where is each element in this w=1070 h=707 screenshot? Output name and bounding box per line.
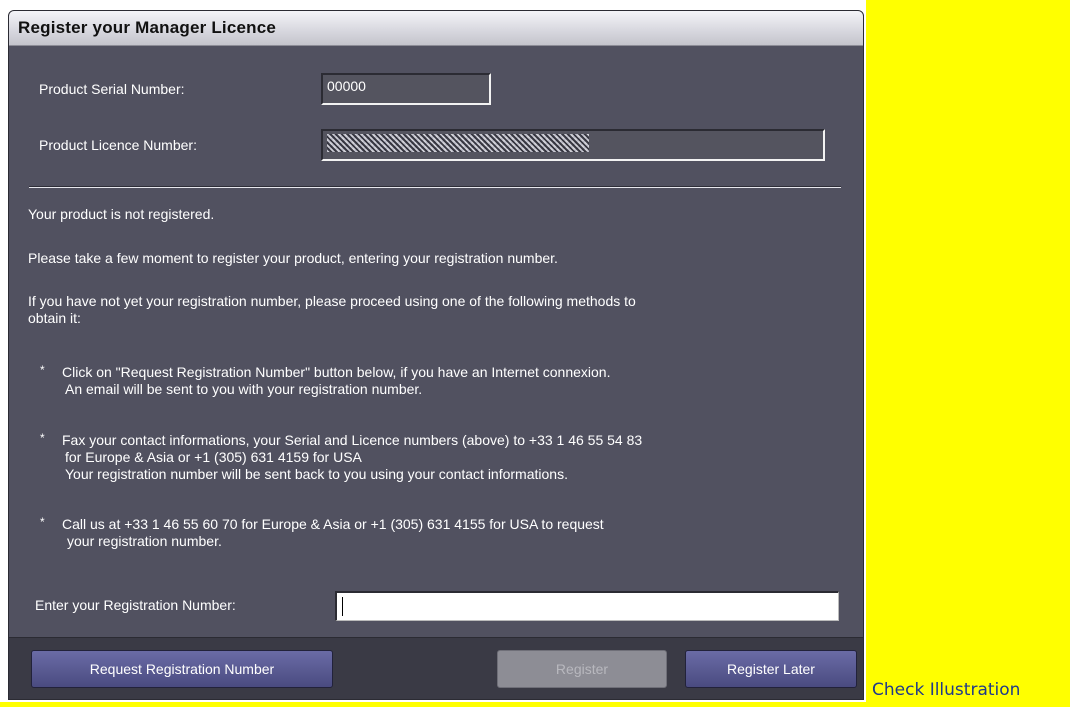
dialog-title: Register your Manager Licence — [18, 18, 277, 37]
licence-number-field[interactable] — [321, 129, 825, 161]
serial-number-label: Product Serial Number: — [39, 81, 185, 97]
yellow-highlight-panel — [866, 0, 1070, 707]
registration-status-text: Your product is not registered. — [28, 206, 215, 222]
bullet-2-line-2: for Europe & Asia or +1 (305) 631 4159 f… — [65, 449, 362, 465]
bullet-2-line-3: Your registration number will be sent ba… — [65, 466, 568, 482]
serial-number-value: 00000 — [327, 78, 366, 94]
bullet-marker: * — [40, 431, 45, 445]
section-divider — [29, 186, 841, 188]
request-registration-number-button[interactable]: Request Registration Number — [31, 650, 333, 688]
bullet-2-line-1: Fax your contact informations, your Seri… — [62, 432, 643, 448]
dialog-titlebar[interactable]: Register your Manager Licence — [9, 11, 863, 46]
check-illustration-caption: Check Illustration — [872, 680, 1021, 700]
button-bar: Request Registration Number Register Reg… — [9, 637, 863, 699]
methods-intro-line-1: If you have not yet your registration nu… — [28, 293, 636, 309]
registration-number-input[interactable] — [335, 591, 839, 621]
register-later-button[interactable]: Register Later — [685, 650, 857, 688]
bullet-marker: * — [40, 515, 45, 529]
bullet-3-line-2: your registration number. — [67, 533, 222, 549]
intro-text: Please take a few moment to register you… — [28, 250, 558, 266]
registration-number-label: Enter your Registration Number: — [35, 597, 236, 613]
bullet-1-line-2: An email will be sent to you with your r… — [65, 381, 423, 397]
register-button[interactable]: Register — [497, 650, 667, 688]
yellow-highlight-strip — [0, 702, 866, 707]
licence-number-masked-value — [327, 134, 589, 152]
bullet-1-line-1: Click on "Request Registration Number" b… — [62, 364, 611, 380]
serial-number-field[interactable]: 00000 — [321, 73, 491, 105]
register-dialog: Register your Manager Licence Product Se… — [8, 10, 864, 700]
bullet-marker: * — [40, 363, 45, 377]
licence-number-label: Product Licence Number: — [39, 137, 197, 153]
text-caret — [342, 597, 343, 616]
bullet-3-line-1: Call us at +33 1 46 55 60 70 for Europe … — [62, 516, 604, 532]
methods-intro-line-2: obtain it: — [28, 310, 81, 326]
